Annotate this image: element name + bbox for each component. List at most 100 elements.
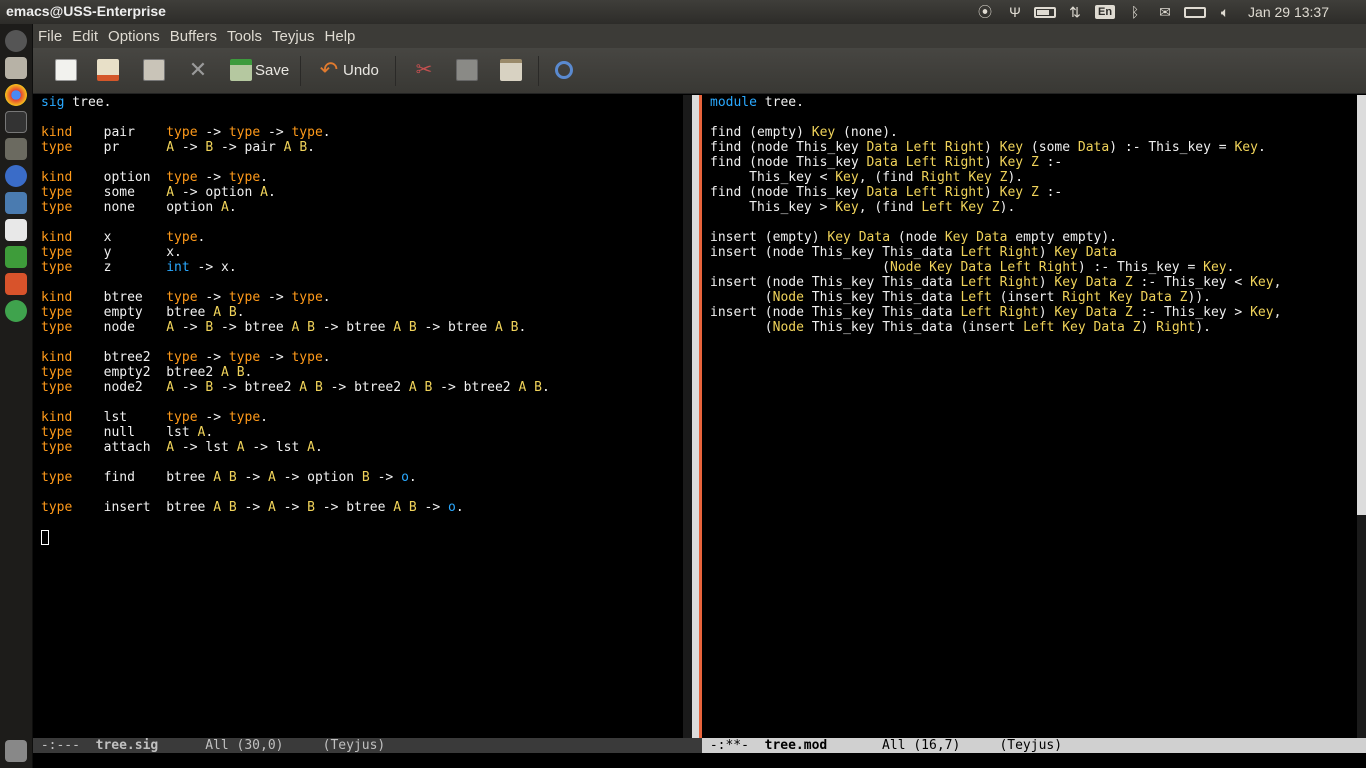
left-scrollbar-track[interactable] — [683, 95, 692, 738]
code-token: This_key > — [710, 200, 836, 215]
code-line[interactable]: insert (node This_key This_data Left Rig… — [710, 275, 1281, 290]
code-line[interactable]: This_key > Key, (find Left Key Z). — [710, 200, 1281, 215]
menu-file[interactable]: File — [33, 28, 67, 45]
new-file-button[interactable] — [55, 56, 77, 84]
app-icon[interactable] — [5, 192, 27, 214]
dash-icon[interactable] — [5, 30, 27, 52]
usb-icon[interactable]: Ψ — [1000, 0, 1030, 24]
code-line[interactable]: kind pair type -> type -> type. — [41, 125, 550, 140]
code-line[interactable]: type some A -> option A. — [41, 185, 550, 200]
code-line[interactable]: insert (node This_key This_data Left Rig… — [710, 305, 1281, 320]
search-button[interactable] — [555, 56, 573, 84]
code-line[interactable] — [41, 215, 550, 230]
modeline-buffer-name[interactable]: tree.sig — [96, 738, 159, 753]
save-button[interactable]: Save — [230, 56, 289, 84]
code-line[interactable]: type none option A. — [41, 200, 550, 215]
editor-pane-left[interactable]: sig tree. kind pair type -> type -> type.… — [33, 95, 683, 738]
code-line[interactable]: kind lst type -> type. — [41, 410, 550, 425]
code-line[interactable]: sig tree. — [41, 95, 550, 110]
code-line[interactable]: type z int -> x. — [41, 260, 550, 275]
code-line[interactable]: type pr A -> B -> pair A B. — [41, 140, 550, 155]
code-token: btree — [72, 290, 167, 305]
dired-button[interactable] — [143, 56, 165, 84]
code-line[interactable]: find (empty) Key (none). — [710, 125, 1281, 140]
code-line[interactable]: module tree. — [710, 95, 1281, 110]
code-line[interactable] — [41, 485, 550, 500]
cut-button[interactable]: ✂ — [413, 56, 435, 84]
globe-icon[interactable] — [5, 300, 27, 322]
writer-icon[interactable] — [5, 219, 27, 241]
open-file-button[interactable] — [97, 56, 119, 84]
chrome-icon[interactable] — [5, 84, 27, 106]
mode-line-left[interactable]: -:--- tree.sig All (30,0) (Teyjus) — [33, 738, 703, 753]
code-line[interactable] — [41, 335, 550, 350]
code-line[interactable]: kind btree2 type -> type -> type. — [41, 350, 550, 365]
code-line[interactable]: insert (node This_key This_data Left Rig… — [710, 245, 1281, 260]
code-line[interactable]: find (node This_key Data Left Right) Key… — [710, 155, 1281, 170]
code-area-mod[interactable]: module tree. find (empty) Key (none). find… — [710, 95, 1281, 335]
code-line[interactable]: find (node This_key Data Left Right) Key… — [710, 140, 1281, 155]
code-line[interactable]: type empty2 btree2 A B. — [41, 365, 550, 380]
code-line[interactable]: This_key < Key, (find Right Key Z). — [710, 170, 1281, 185]
code-token: Data — [858, 230, 891, 245]
code-line[interactable]: type y x. — [41, 245, 550, 260]
code-line[interactable] — [41, 155, 550, 170]
volume-icon[interactable]: 🔈︎ — [1210, 0, 1240, 24]
battery-icon[interactable] — [1030, 0, 1060, 24]
code-line[interactable]: type find btree A B -> A -> option B -> … — [41, 470, 550, 485]
code-line[interactable]: kind btree type -> type -> type. — [41, 290, 550, 305]
paste-button[interactable] — [500, 56, 522, 84]
menu-help[interactable]: Help — [320, 28, 361, 45]
code-line[interactable] — [710, 110, 1281, 125]
browser-icon[interactable] — [5, 165, 27, 187]
keyboard-layout-indicator[interactable]: En — [1090, 0, 1120, 24]
modeline-mode[interactable]: (Teyjus) — [999, 738, 1062, 753]
editor-pane-right[interactable]: module tree. find (empty) Key (none). find… — [702, 95, 1357, 738]
code-line[interactable]: (Node This_key This_data (insert Left Ke… — [710, 320, 1281, 335]
code-line[interactable]: type node A -> B -> btree A B -> btree A… — [41, 320, 550, 335]
mail-icon[interactable]: ✉ — [1150, 0, 1180, 24]
code-line[interactable]: kind option type -> type. — [41, 170, 550, 185]
impress-icon[interactable] — [5, 273, 27, 295]
menu-teyjus[interactable]: Teyjus — [267, 28, 320, 45]
menu-options[interactable]: Options — [103, 28, 165, 45]
code-line[interactable]: (Node Key Data Left Right) :- This_key =… — [710, 260, 1281, 275]
mode-line-right[interactable]: -:**- tree.mod All (16,7) (Teyjus) — [702, 738, 1366, 753]
minibuffer[interactable] — [33, 753, 1366, 768]
network-arrows-icon[interactable]: ⇅ — [1060, 0, 1090, 24]
code-line[interactable] — [710, 215, 1281, 230]
settings-icon[interactable] — [5, 138, 27, 160]
clock[interactable]: Jan 29 13:37 — [1240, 4, 1366, 20]
modeline-buffer-name[interactable]: tree.mod — [765, 738, 828, 753]
close-buffer-button[interactable]: ✕ — [187, 56, 209, 84]
antenna-icon[interactable]: ⦿ — [970, 0, 1000, 24]
menu-buffers[interactable]: Buffers — [165, 28, 222, 45]
code-line[interactable] — [41, 455, 550, 470]
code-line[interactable]: find (node This_key Data Left Right) Key… — [710, 185, 1281, 200]
terminal-icon[interactable] — [5, 111, 27, 133]
code-line[interactable]: insert (empty) Key Data (node Key Data e… — [710, 230, 1281, 245]
code-line[interactable] — [41, 275, 550, 290]
code-line[interactable] — [41, 395, 550, 410]
menu-tools[interactable]: Tools — [222, 28, 267, 45]
code-line[interactable]: type empty btree A B. — [41, 305, 550, 320]
code-line[interactable]: type insert btree A B -> A -> B -> btree… — [41, 500, 550, 515]
code-line[interactable] — [41, 110, 550, 125]
code-line[interactable]: (Node This_key This_data Left (insert Ri… — [710, 290, 1281, 305]
copy-button[interactable] — [456, 56, 478, 84]
code-line[interactable]: type attach A -> lst A -> lst A. — [41, 440, 550, 455]
menu-edit[interactable]: Edit — [67, 28, 103, 45]
undo-button[interactable]: ↶ Undo — [318, 56, 379, 84]
code-line[interactable]: kind x type. — [41, 230, 550, 245]
files-icon[interactable] — [5, 57, 27, 79]
bluetooth-icon[interactable]: ᛒ — [1120, 0, 1150, 24]
code-area-sig[interactable]: sig tree. kind pair type -> type -> type.… — [41, 95, 550, 515]
modeline-mode[interactable]: (Teyjus) — [323, 738, 386, 753]
battery-plug-icon[interactable] — [1180, 0, 1210, 24]
code-line[interactable]: type node2 A -> B -> btree2 A B -> btree… — [41, 380, 550, 395]
right-scrollbar-thumb[interactable] — [1357, 95, 1366, 515]
trash-icon[interactable] — [5, 740, 27, 762]
calc-icon[interactable] — [5, 246, 27, 268]
code-line[interactable]: type null lst A. — [41, 425, 550, 440]
